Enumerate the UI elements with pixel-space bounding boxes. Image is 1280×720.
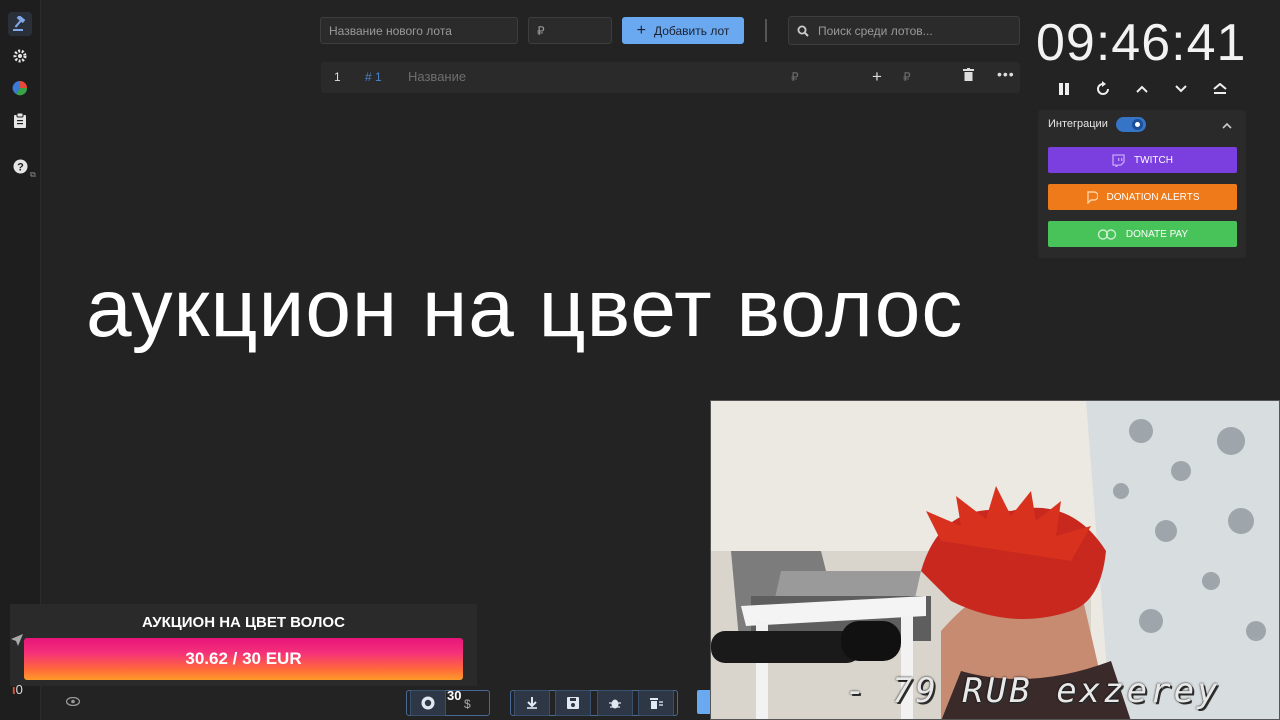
- eye-icon[interactable]: [65, 695, 81, 709]
- clear-lots-button[interactable]: [638, 690, 674, 716]
- lot-amount-field[interactable]: ₽: [791, 70, 799, 84]
- timer-controls: [1050, 78, 1240, 100]
- gear-icon[interactable]: [8, 44, 32, 68]
- donate-pay-label: DONATE PAY: [1125, 228, 1189, 240]
- twitch-label: TWITCH: [1134, 154, 1173, 166]
- add-lot-label: Добавить лот: [653, 23, 730, 38]
- help-icon[interactable]: ?: [8, 154, 32, 178]
- twitch-icon: [1112, 153, 1125, 167]
- bug-icon: [609, 699, 621, 709]
- stream-overlay-title: аукцион на цвет волос: [86, 263, 964, 354]
- goal-progress-text: 30.62 / 30 EUR: [185, 649, 302, 668]
- github-button[interactable]: [410, 690, 446, 716]
- lot-name-field[interactable]: Название: [408, 69, 466, 84]
- add-lot-button[interactable]: + Добавить лот: [622, 17, 744, 44]
- chevron-up-icon[interactable]: [1222, 116, 1232, 134]
- download-button[interactable]: [514, 690, 550, 716]
- download-icon: [527, 697, 537, 709]
- gavel-icon[interactable]: [8, 12, 32, 36]
- search-icon: [797, 25, 809, 37]
- integrations-panel: Интеграции TWITCH DONATION ALERTS DONATE…: [1038, 110, 1246, 258]
- trash-icon[interactable]: [963, 68, 974, 84]
- donatepay-icon: [1097, 228, 1117, 240]
- save-icon: [567, 697, 579, 709]
- lot-amount-input[interactable]: [528, 17, 612, 44]
- external-link-icon: ⧉: [30, 170, 36, 179]
- timer-display: 09:46:41: [1036, 14, 1247, 72]
- plus-icon: +: [636, 21, 646, 39]
- double-up-icon[interactable]: [1208, 78, 1232, 100]
- goal-title: АУКЦИОН НА ЦВЕТ ВОЛОС: [142, 614, 345, 631]
- restart-icon[interactable]: [1091, 78, 1115, 100]
- more-icon[interactable]: •••: [997, 66, 1015, 82]
- lot-name-input[interactable]: [320, 17, 518, 44]
- send-icon[interactable]: [10, 633, 24, 652]
- donation-overlay-text: - 79 RUB exzerey: [845, 671, 1221, 711]
- divider: [765, 19, 767, 42]
- participants-count: 30: [447, 688, 462, 703]
- github-icon: [421, 696, 435, 710]
- trash-list-icon: [649, 698, 663, 709]
- currency-symbol: $: [464, 697, 471, 711]
- lot-add-amount-field[interactable]: ₽: [903, 70, 911, 84]
- donation-alerts-label: DONATION ALERTS: [1106, 191, 1200, 203]
- search-box[interactable]: [788, 16, 1020, 45]
- donate-pay-button[interactable]: DONATE PAY: [1048, 221, 1237, 247]
- integrations-toggle[interactable]: [1116, 117, 1146, 132]
- pause-icon[interactable]: [1052, 78, 1076, 100]
- bug-report-button[interactable]: [597, 690, 633, 716]
- donation-counter: ι0: [12, 682, 23, 697]
- lot-id: # 1: [365, 70, 382, 84]
- donation-alerts-button[interactable]: DONATION ALERTS: [1048, 184, 1237, 210]
- save-button[interactable]: [555, 690, 591, 716]
- lot-row: 1 # 1 Название ₽ + ₽ •••: [321, 62, 1020, 93]
- donationalerts-icon: [1086, 190, 1098, 204]
- pie-chart-icon[interactable]: [8, 76, 32, 100]
- svg-text:?: ?: [17, 161, 24, 173]
- webcam-feed: - 79 RUB exzerey: [710, 400, 1280, 720]
- clipboard-icon[interactable]: [8, 108, 32, 132]
- chevron-down-icon[interactable]: [1169, 78, 1193, 100]
- primary-action-button-edge[interactable]: [697, 690, 710, 714]
- lot-index: 1: [334, 70, 341, 84]
- lot-add-amount-button[interactable]: +: [872, 67, 882, 87]
- twitch-button[interactable]: TWITCH: [1048, 147, 1237, 173]
- goal-widget: АУКЦИОН НА ЦВЕТ ВОЛОС 30.62 / 30 EUR: [10, 604, 477, 686]
- goal-progress-bar: 30.62 / 30 EUR: [24, 638, 463, 680]
- chevron-up-icon[interactable]: [1130, 78, 1154, 100]
- search-input[interactable]: [816, 22, 1010, 39]
- integrations-title: Интеграции: [1048, 118, 1108, 130]
